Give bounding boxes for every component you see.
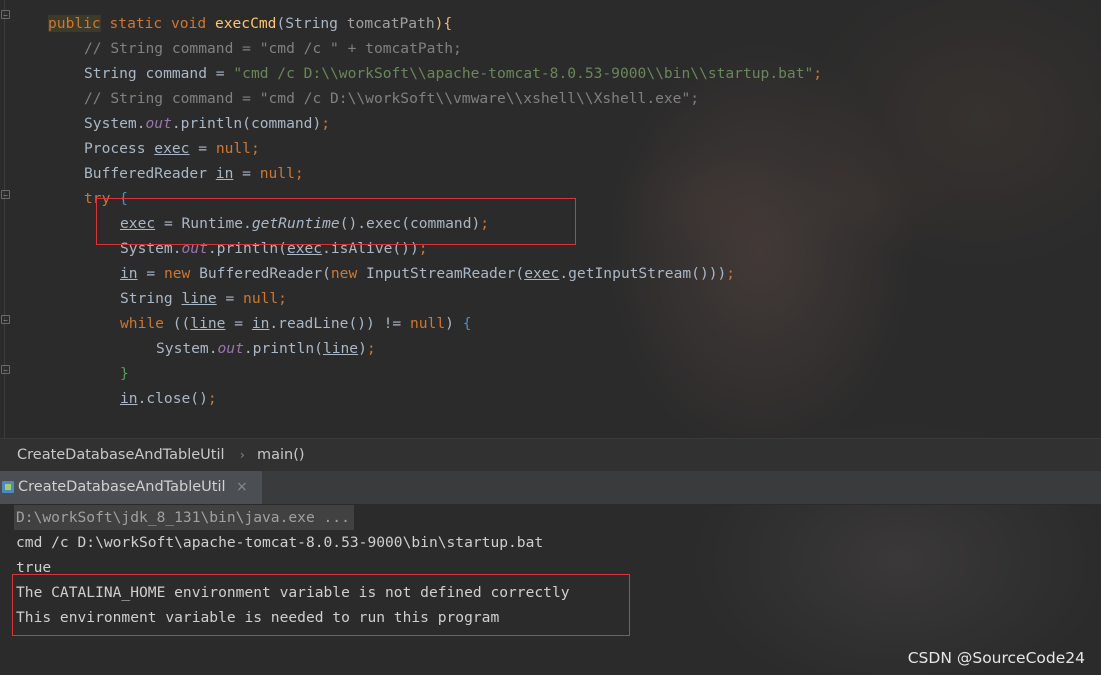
code-token: ; (366, 340, 376, 357)
code-line[interactable]: while ((line = in.readLine()) != null) { (120, 311, 472, 336)
code-token: in (215, 165, 234, 182)
code-token: (String (276, 15, 347, 32)
code-line[interactable]: System.out.println(command); (84, 111, 330, 136)
code-token: in (251, 315, 270, 332)
code-token: ; (813, 65, 823, 82)
code-token: while (120, 315, 173, 332)
code-line[interactable]: in = new BufferedReader(new InputStreamR… (120, 261, 735, 286)
console-line: cmd /c D:\workSoft\apache-tomcat-8.0.53-… (16, 534, 544, 551)
code-token: tomcatPath (346, 15, 435, 32)
code-line[interactable]: // String command = "cmd /c D:\\workSoft… (84, 86, 699, 111)
code-token: "cmd /c D:\\workSoft\\apache-tomcat-8.0.… (233, 65, 814, 82)
code-token: { (462, 315, 472, 332)
code-token: null; (243, 290, 287, 307)
code-line[interactable]: public static void execCmd(String tomcat… (48, 11, 452, 36)
breadcrumb-separator: › (240, 448, 245, 462)
code-token: execCmd (214, 15, 277, 32)
breadcrumb-class[interactable]: CreateDatabaseAndTableUtil (17, 439, 225, 472)
code-token: BufferedReader( (199, 265, 331, 282)
code-token: String command = (84, 65, 234, 82)
code-token: // String command = "cmd /c D:\\workSoft… (84, 90, 700, 107)
code-token: null; (215, 140, 260, 157)
code-token: ){ (434, 15, 453, 32)
code-token: line (181, 290, 217, 307)
code-token: static void (100, 15, 215, 32)
code-token: ) (445, 315, 463, 332)
code-token: // String command = "cmd /c " + tomcatPa… (84, 40, 462, 57)
code-line[interactable]: BufferedReader in = null; (84, 161, 304, 186)
run-tab-label: CreateDatabaseAndTableUtil (18, 479, 226, 495)
code-token: ) (358, 340, 367, 357)
code-line[interactable]: in.close(); (120, 386, 217, 411)
code-token: .getInputStream())) (559, 265, 727, 282)
code-token: ; (321, 115, 331, 132)
console-line-command[interactable]: D:\workSoft\jdk_8_131\bin\java.exe ... (14, 505, 354, 530)
code-token: String (120, 290, 182, 307)
code-token: line (190, 315, 226, 332)
code-line[interactable]: String line = null; (120, 286, 287, 311)
code-token: = (225, 315, 252, 332)
run-tab[interactable]: CreateDatabaseAndTableUtil × (0, 471, 262, 504)
code-token: ; (726, 265, 736, 282)
code-token: = (216, 290, 244, 307)
code-token: new (330, 265, 367, 282)
fold-marker-icon[interactable]: − (1, 10, 10, 20)
run-tool-window-tabs: CreateDatabaseAndTableUtil × (0, 471, 1101, 505)
code-token: .println(command) (171, 115, 322, 132)
code-token: in (120, 390, 138, 407)
code-token: } (120, 365, 129, 382)
code-token: null (409, 315, 446, 332)
code-token: public (48, 15, 101, 32)
watermark: CSDN @SourceCode24 (907, 649, 1085, 667)
code-token: BufferedReader (84, 165, 216, 182)
code-token: out (145, 115, 172, 132)
code-token: null; (259, 165, 304, 182)
fold-marker-icon[interactable]: − (1, 365, 10, 375)
code-line[interactable]: String command = "cmd /c D:\\workSoft\\a… (84, 61, 822, 86)
code-line[interactable]: // String command = "cmd /c " + tomcatPa… (84, 36, 462, 61)
code-token: System. (156, 340, 218, 357)
code-token: line (322, 340, 359, 357)
code-token: .println( (243, 340, 323, 357)
run-config-icon (2, 481, 14, 493)
breadcrumb: CreateDatabaseAndTableUtil › main() (0, 438, 1101, 472)
close-icon[interactable]: × (236, 471, 248, 504)
highlight-box-error (12, 574, 630, 636)
code-token: = (233, 165, 260, 182)
code-token: .readLine()) != (269, 315, 410, 332)
code-token: System. (84, 115, 146, 132)
code-token: new (163, 265, 200, 282)
breadcrumb-method[interactable]: main() (257, 439, 305, 472)
code-token: exec (154, 140, 190, 157)
code-token: Process (84, 140, 155, 157)
code-editor[interactable]: − − − − public static void execCmd(Strin… (0, 0, 1101, 438)
code-token: InputStreamReader( (366, 265, 525, 282)
code-line[interactable]: } (120, 361, 129, 386)
highlight-box-exec-call (96, 198, 576, 245)
code-token: in (120, 265, 138, 282)
code-token: (( (172, 315, 191, 332)
code-line[interactable]: Process exec = null; (84, 136, 260, 161)
editor-gutter: − − − − (0, 0, 14, 438)
code-token: = (137, 265, 164, 282)
fold-marker-icon[interactable]: − (1, 315, 10, 325)
code-token: out (217, 340, 244, 357)
code-token: .close() (137, 390, 208, 407)
code-token: ; (207, 390, 217, 407)
code-line[interactable]: System.out.println(line); (156, 336, 376, 361)
code-token: = (189, 140, 216, 157)
fold-marker-icon[interactable]: − (1, 190, 10, 200)
code-token: exec (524, 265, 560, 282)
